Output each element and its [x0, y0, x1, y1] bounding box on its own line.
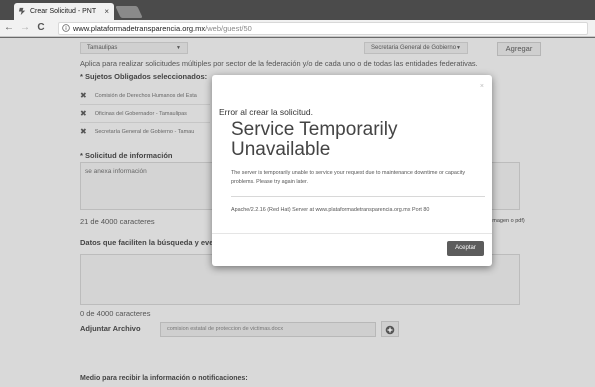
- state-select-value: Tamaulipas: [87, 45, 118, 51]
- divider: [231, 196, 485, 197]
- list-item: ✖ Oficinas del Gobernador - Tamaulipas: [80, 109, 187, 118]
- accept-button[interactable]: Aceptar: [447, 241, 484, 256]
- file-name-field[interactable]: comision estatal de proteccion de victim…: [160, 322, 376, 337]
- reload-icon[interactable]: C: [35, 21, 47, 35]
- obligado-name: Secretaría General de Gobierno - Tamau: [94, 128, 195, 135]
- close-icon[interactable]: ×: [480, 83, 484, 90]
- browser-toolbar: ← → C www.plataformadetransparencia.org.…: [0, 20, 595, 37]
- multi-request-hint: Aplica para realizar solicitudes múltipl…: [80, 59, 478, 68]
- adjuntar-label: Adjuntar Archivo: [80, 324, 141, 333]
- agency-select[interactable]: Secretaria General de Gobierno ▼: [364, 42, 468, 54]
- url-path: /web/guest/50: [205, 24, 252, 33]
- tab-strip: Crear Solicitud - PNT ×: [0, 0, 595, 20]
- obligados-label: * Sujetos Obligados seleccionados:: [80, 72, 208, 81]
- plus-circle-icon: [385, 325, 395, 335]
- back-arrow-icon[interactable]: ←: [3, 21, 15, 35]
- error-message: The server is temporarily unable to serv…: [231, 170, 466, 185]
- tab-title: Crear Solicitud - PNT: [30, 8, 97, 15]
- remove-icon[interactable]: ✖: [80, 91, 87, 100]
- list-item: ✖ Secretaría General de Gobierno - Tamau: [80, 127, 194, 136]
- agency-select-value: Secretaria General de Gobierno: [371, 45, 457, 51]
- error-modal: × Error al crear la solicitud. Service T…: [212, 75, 492, 266]
- remove-icon[interactable]: ✖: [80, 109, 87, 118]
- char-counter: 21 de 4000 caracteres: [80, 217, 155, 226]
- file-type-hint: , imagen o pdf): [488, 218, 525, 224]
- obligado-name: Comisión de Derechos Humanos del Esta: [94, 92, 197, 99]
- solicitud-value: se anexa información: [85, 168, 147, 175]
- tab-close-icon[interactable]: ×: [104, 3, 109, 20]
- server-signature: Apache/2.2.16 (Red Hat) Server at www.pl…: [231, 207, 430, 213]
- divider: [80, 104, 210, 105]
- caret-down-icon: ▼: [176, 45, 181, 51]
- browser-tab[interactable]: Crear Solicitud - PNT ×: [14, 3, 114, 20]
- caret-down-icon: ▼: [456, 45, 461, 51]
- add-button[interactable]: Agregar: [497, 42, 541, 56]
- obligado-name: Oficinas del Gobernador - Tamaulipas: [94, 110, 187, 117]
- forward-arrow-icon[interactable]: →: [19, 21, 31, 35]
- info-icon: [62, 24, 70, 32]
- divider: [80, 122, 210, 123]
- url-host: www.plataformadetransparencia.org.mx: [73, 24, 206, 33]
- modal-heading: Error al crear la solicitud.: [219, 107, 314, 117]
- char-counter: 0 de 4000 caracteres: [80, 309, 151, 318]
- state-select[interactable]: Tamaulipas ▼: [80, 42, 188, 54]
- address-bar[interactable]: www.plataformadetransparencia.org.mx/web…: [58, 22, 588, 35]
- list-item: ✖ Comisión de Derechos Humanos del Esta: [80, 91, 197, 100]
- datos-label: Datos que faciliten la búsqueda y even: [80, 238, 218, 247]
- divider: [212, 233, 492, 234]
- new-tab-button[interactable]: [115, 6, 143, 18]
- file-browse-button[interactable]: [381, 321, 399, 337]
- solicitud-label: * Solicitud de información: [80, 151, 173, 160]
- medio-label: Medio para recibir la información o noti…: [80, 375, 248, 382]
- remove-icon[interactable]: ✖: [80, 127, 87, 136]
- favicon-icon: [18, 7, 26, 16]
- error-title: Service Temporarily Unavailable: [231, 119, 398, 160]
